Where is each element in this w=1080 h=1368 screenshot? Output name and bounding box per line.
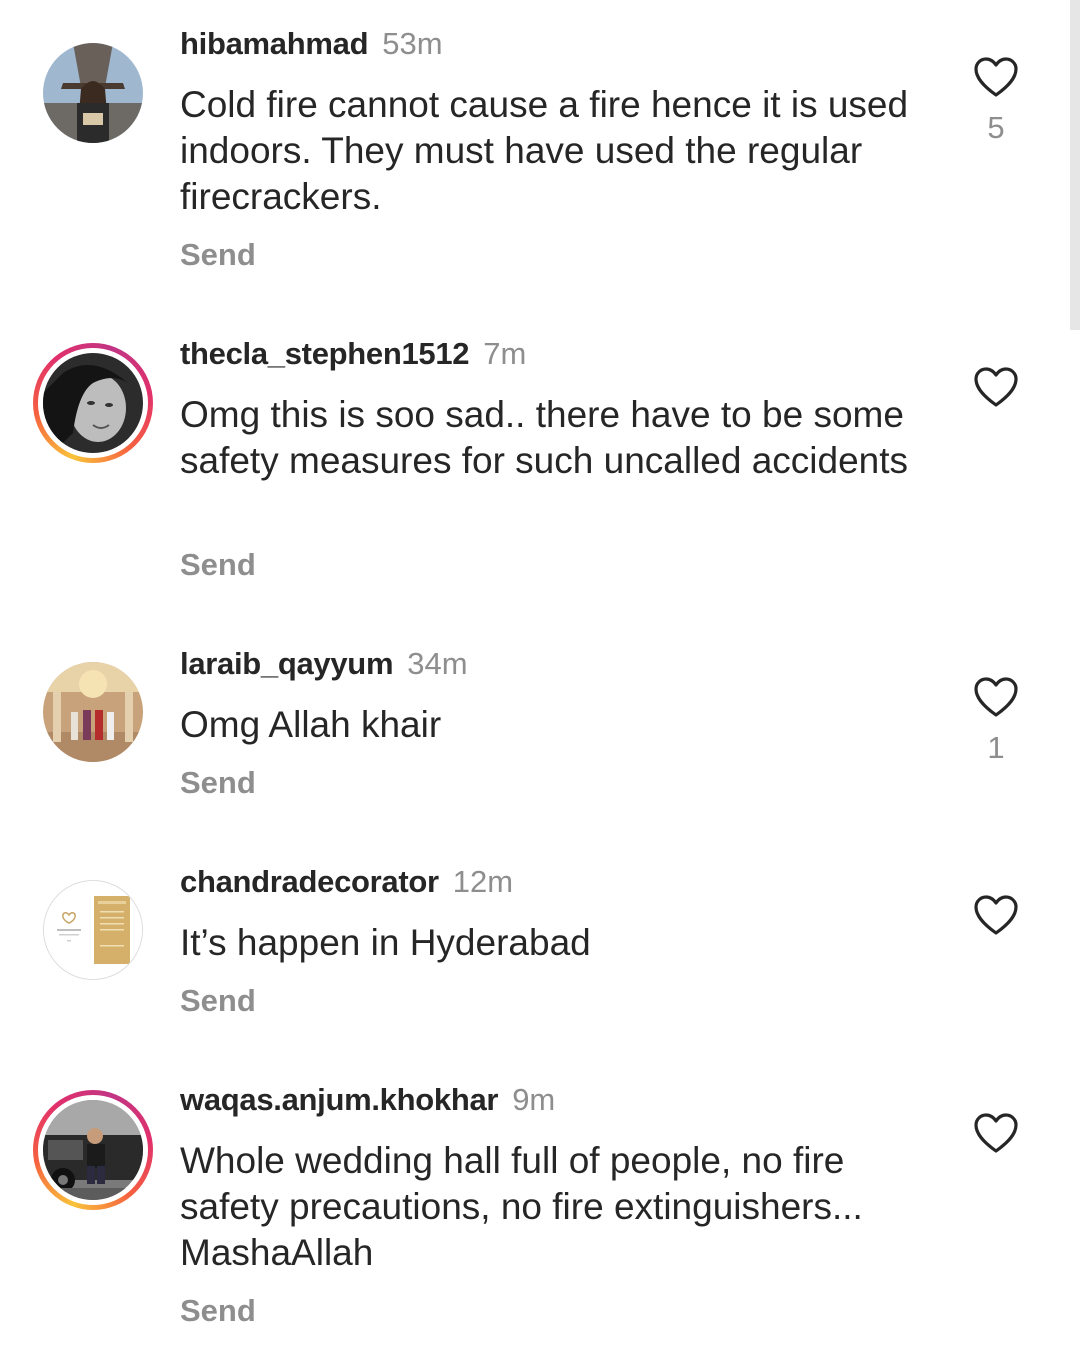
- heart-icon: [974, 367, 1018, 407]
- like-button[interactable]: [972, 893, 1020, 937]
- heart-icon: [974, 895, 1018, 935]
- comment-timestamp: 53m: [382, 26, 443, 61]
- like-button[interactable]: [972, 1111, 1020, 1155]
- comment-username[interactable]: chandradecorator: [180, 864, 439, 899]
- comment-text: Omg this is soo sad.. there have to be s…: [180, 394, 909, 481]
- comment-timestamp: 9m: [512, 1082, 556, 1117]
- avatar[interactable]: [43, 662, 143, 762]
- like-button[interactable]: [972, 55, 1020, 99]
- send-button[interactable]: Send: [180, 765, 256, 801]
- send-button[interactable]: Send: [180, 983, 256, 1019]
- like-button[interactable]: [972, 675, 1020, 719]
- comment-text: Cold fire cannot cause a fire hence it i…: [180, 84, 909, 217]
- send-button[interactable]: Send: [180, 1293, 256, 1329]
- car-portrait-photo-icon: [43, 1100, 143, 1200]
- scrollbar[interactable]: [1070, 0, 1080, 330]
- heart-icon: [974, 57, 1018, 97]
- avatar-story-ring[interactable]: [33, 343, 153, 463]
- invitation-card-logo-icon: [44, 881, 142, 979]
- heart-icon: [974, 1113, 1018, 1153]
- send-button[interactable]: Send: [180, 237, 256, 273]
- comment-text: Whole wedding hall full of people, no fi…: [180, 1140, 863, 1273]
- comment-username[interactable]: waqas.anjum.khokhar: [180, 1082, 498, 1117]
- like-count: 5: [987, 110, 1005, 145]
- avatar[interactable]: [43, 880, 143, 980]
- heart-icon: [974, 677, 1018, 717]
- comment-username[interactable]: thecla_stephen1512: [180, 336, 470, 371]
- avatar[interactable]: [43, 43, 143, 143]
- comment-text: Omg Allah khair: [180, 704, 442, 745]
- send-button[interactable]: Send: [180, 547, 256, 583]
- comment-timestamp: 7m: [483, 336, 527, 371]
- wedding-hall-photo-icon: [43, 662, 143, 762]
- comment-username[interactable]: hibamahmad: [180, 26, 369, 61]
- comment-username[interactable]: laraib_qayyum: [180, 646, 394, 681]
- like-button[interactable]: [972, 365, 1020, 409]
- like-count: 1: [987, 730, 1005, 765]
- comment-timestamp: 34m: [407, 646, 468, 681]
- comment-timestamp: 12m: [452, 864, 514, 899]
- avatar-story-ring[interactable]: [33, 1090, 153, 1210]
- eiffel-tower-photo-icon: [43, 43, 143, 143]
- comment-text: It’s happen in Hyderabad: [180, 922, 591, 963]
- portrait-photo-icon: [43, 353, 143, 453]
